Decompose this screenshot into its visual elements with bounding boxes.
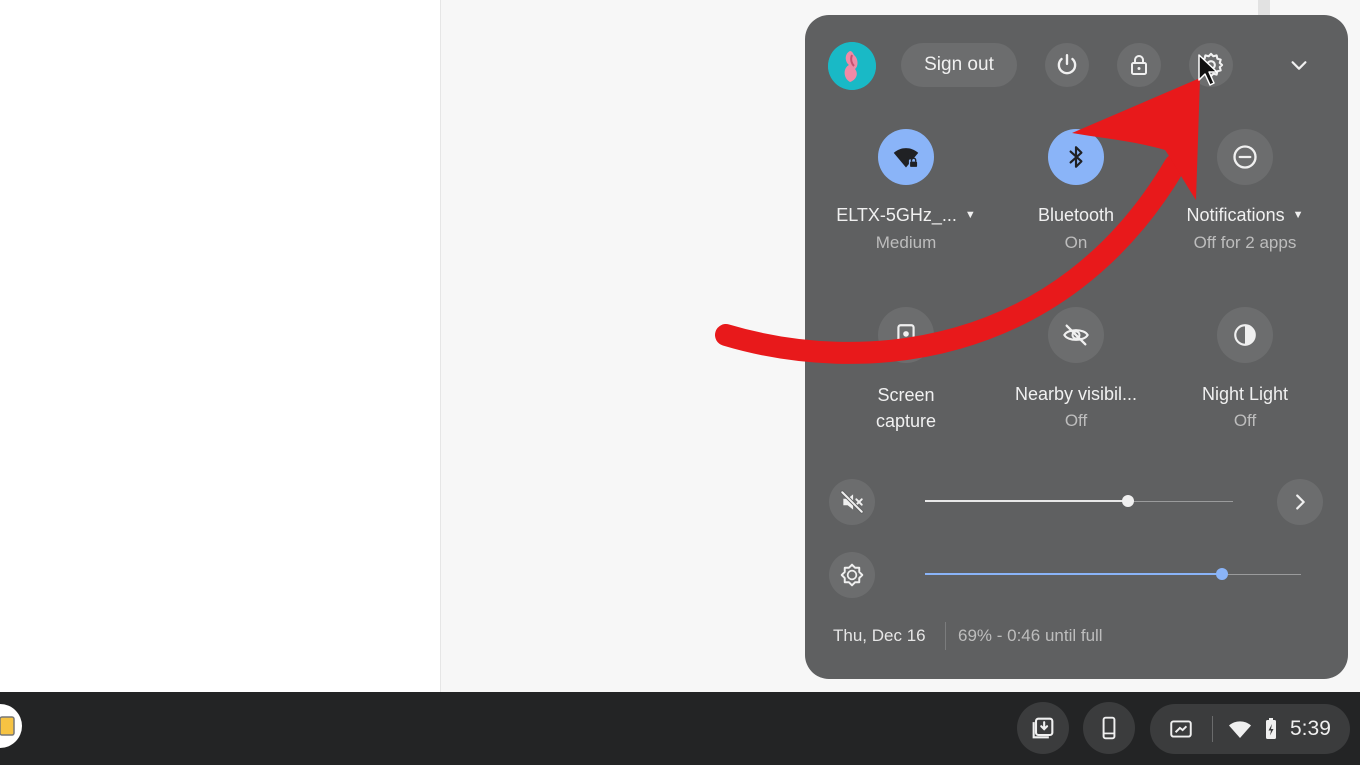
wifi-lock-icon — [893, 148, 919, 168]
mute-toggle-button[interactable] — [829, 479, 875, 525]
chevron-right-icon — [1296, 494, 1305, 510]
audio-settings-button[interactable] — [1277, 479, 1323, 525]
settings-icon — [1198, 52, 1224, 78]
nearby-visibility-tile-status: Off — [1064, 411, 1088, 430]
screen-capture-icon — [897, 324, 915, 346]
notifications-tile-status: Off for 2 apps — [1193, 233, 1297, 252]
night-light-toggle[interactable] — [1217, 307, 1273, 363]
date-label[interactable]: Thu, Dec 16 — [833, 626, 926, 646]
collapse-button[interactable] — [1277, 43, 1321, 87]
volume-slider-active-track — [925, 500, 1128, 502]
power-icon — [1057, 54, 1077, 75]
wifi-icon — [1229, 721, 1251, 738]
quick-settings-panel: Sign out ELTX-5GHz_... ▼ Medium Bluetoot… — [805, 15, 1348, 679]
volume-slider[interactable] — [925, 491, 1233, 511]
night-light-tile-status: Off — [1233, 411, 1257, 430]
sign-out-button[interactable]: Sign out — [901, 43, 1017, 87]
power-button[interactable] — [1045, 43, 1089, 87]
do-not-disturb-icon — [1233, 145, 1257, 169]
volume-muted-icon — [840, 490, 864, 514]
bluetooth-icon — [1069, 146, 1083, 168]
launcher-app-icon[interactable] — [0, 704, 22, 748]
footer-divider — [945, 622, 946, 650]
notifications-toggle[interactable] — [1217, 129, 1273, 185]
visibility-off-icon — [1063, 324, 1089, 346]
bluetooth-tile-label: Bluetooth — [1037, 205, 1115, 225]
lock-button[interactable] — [1117, 43, 1161, 87]
battery-charging-icon — [1266, 718, 1276, 739]
screen-capture-tray-icon[interactable] — [1168, 716, 1194, 742]
settings-button[interactable] — [1189, 43, 1233, 87]
user-avatar[interactable] — [828, 42, 876, 90]
wifi-toggle[interactable] — [878, 129, 934, 185]
wifi-tile-status: Medium — [875, 233, 937, 252]
brightness-slider-rest-track — [1222, 574, 1301, 575]
avatar-image-icon — [828, 42, 876, 90]
nearby-visibility-tile-label: Nearby visibil... — [1014, 384, 1138, 404]
lock-icon — [1131, 55, 1147, 75]
files-app-icon — [0, 716, 15, 736]
volume-slider-rest-track — [1128, 501, 1233, 502]
night-light-tile-label: Night Light — [1201, 384, 1289, 404]
clock: 5:39 — [1290, 717, 1331, 740]
brightness-slider-active-track — [925, 573, 1222, 575]
nearby-visibility-toggle[interactable] — [1048, 307, 1104, 363]
download-tray-icon — [1032, 717, 1054, 739]
holding-space-button[interactable] — [1017, 702, 1069, 754]
volume-slider-thumb[interactable] — [1122, 495, 1134, 507]
phone-hub-button[interactable] — [1083, 702, 1135, 754]
status-area[interactable]: 5:39 — [1150, 704, 1350, 754]
screen-capture-toggle[interactable] — [878, 307, 934, 363]
bluetooth-tile-status: On — [1064, 233, 1088, 252]
chevron-down-icon — [1291, 61, 1307, 70]
battery-status[interactable]: 69% - 0:46 until full — [958, 626, 1103, 646]
notifications-tile-label[interactable]: Notifications ▼ — [1169, 205, 1321, 226]
browser-page-left — [0, 0, 441, 692]
wifi-menu-caret-icon[interactable]: ▼ — [965, 209, 976, 221]
night-light-icon — [1234, 324, 1256, 346]
screen-capture-tile-label: Screen capture — [875, 385, 937, 431]
wifi-tile-label[interactable]: ELTX-5GHz_... ▼ — [835, 205, 977, 226]
brightness-slider-thumb[interactable] — [1216, 568, 1228, 580]
phone-icon — [1102, 716, 1116, 740]
brightness-slider[interactable] — [925, 564, 1301, 584]
sign-out-label: Sign out — [924, 54, 994, 75]
brightness-icon — [840, 563, 864, 587]
brightness-button[interactable] — [829, 552, 875, 598]
tray-divider — [1212, 716, 1213, 742]
notifications-menu-caret-icon[interactable]: ▼ — [1293, 209, 1304, 221]
bluetooth-toggle[interactable] — [1048, 129, 1104, 185]
